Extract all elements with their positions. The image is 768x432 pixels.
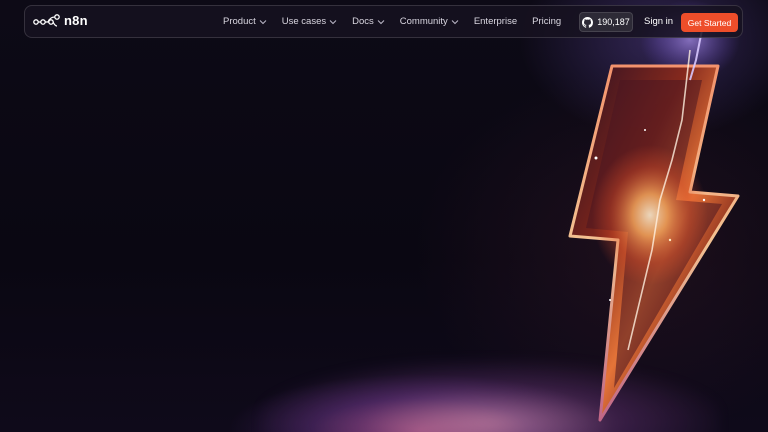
chevron-down-icon (377, 19, 385, 24)
nav-item-pricing[interactable]: Pricing (532, 16, 561, 27)
chevron-down-icon (451, 19, 459, 24)
nav-item-label: Use cases (281, 16, 327, 27)
nav-item-label: Docs (352, 16, 374, 27)
n8n-nodes-logo-icon (33, 13, 60, 27)
nav-item-label: Enterprise (473, 16, 518, 27)
sign-in-link[interactable]: Sign in (644, 6, 673, 37)
nav-item-label: Pricing (532, 16, 562, 27)
nav-item-product[interactable]: Product (223, 16, 267, 27)
github-stars-count: 190,187 (597, 17, 630, 27)
github-stars-button[interactable]: 190,187 (579, 12, 633, 32)
nav-item-use-cases[interactable]: Use cases (282, 16, 337, 27)
get-started-label: Get Started (687, 17, 732, 28)
chevron-down-icon (259, 19, 267, 24)
get-started-button[interactable]: Get Started (681, 13, 738, 32)
navbar: n8n Product Use cases Docs Community Ent… (24, 5, 743, 38)
nav-links: Product Use cases Docs Community Enterpr… (223, 6, 576, 37)
sign-in-label: Sign in (644, 16, 674, 27)
chevron-down-icon (329, 19, 337, 24)
brand-name: n8n (64, 13, 88, 28)
nav-item-community[interactable]: Community (400, 16, 459, 27)
nav-item-enterprise[interactable]: Enterprise (474, 16, 517, 27)
logo-link[interactable]: n8n (33, 13, 88, 28)
nav-item-docs[interactable]: Docs (352, 16, 385, 27)
nav-item-label: Community (399, 16, 448, 27)
nav-item-label: Product (223, 16, 256, 27)
github-icon (582, 16, 594, 28)
page: n8n Product Use cases Docs Community Ent… (0, 0, 768, 432)
lightning-bolt-illustration (568, 0, 740, 422)
